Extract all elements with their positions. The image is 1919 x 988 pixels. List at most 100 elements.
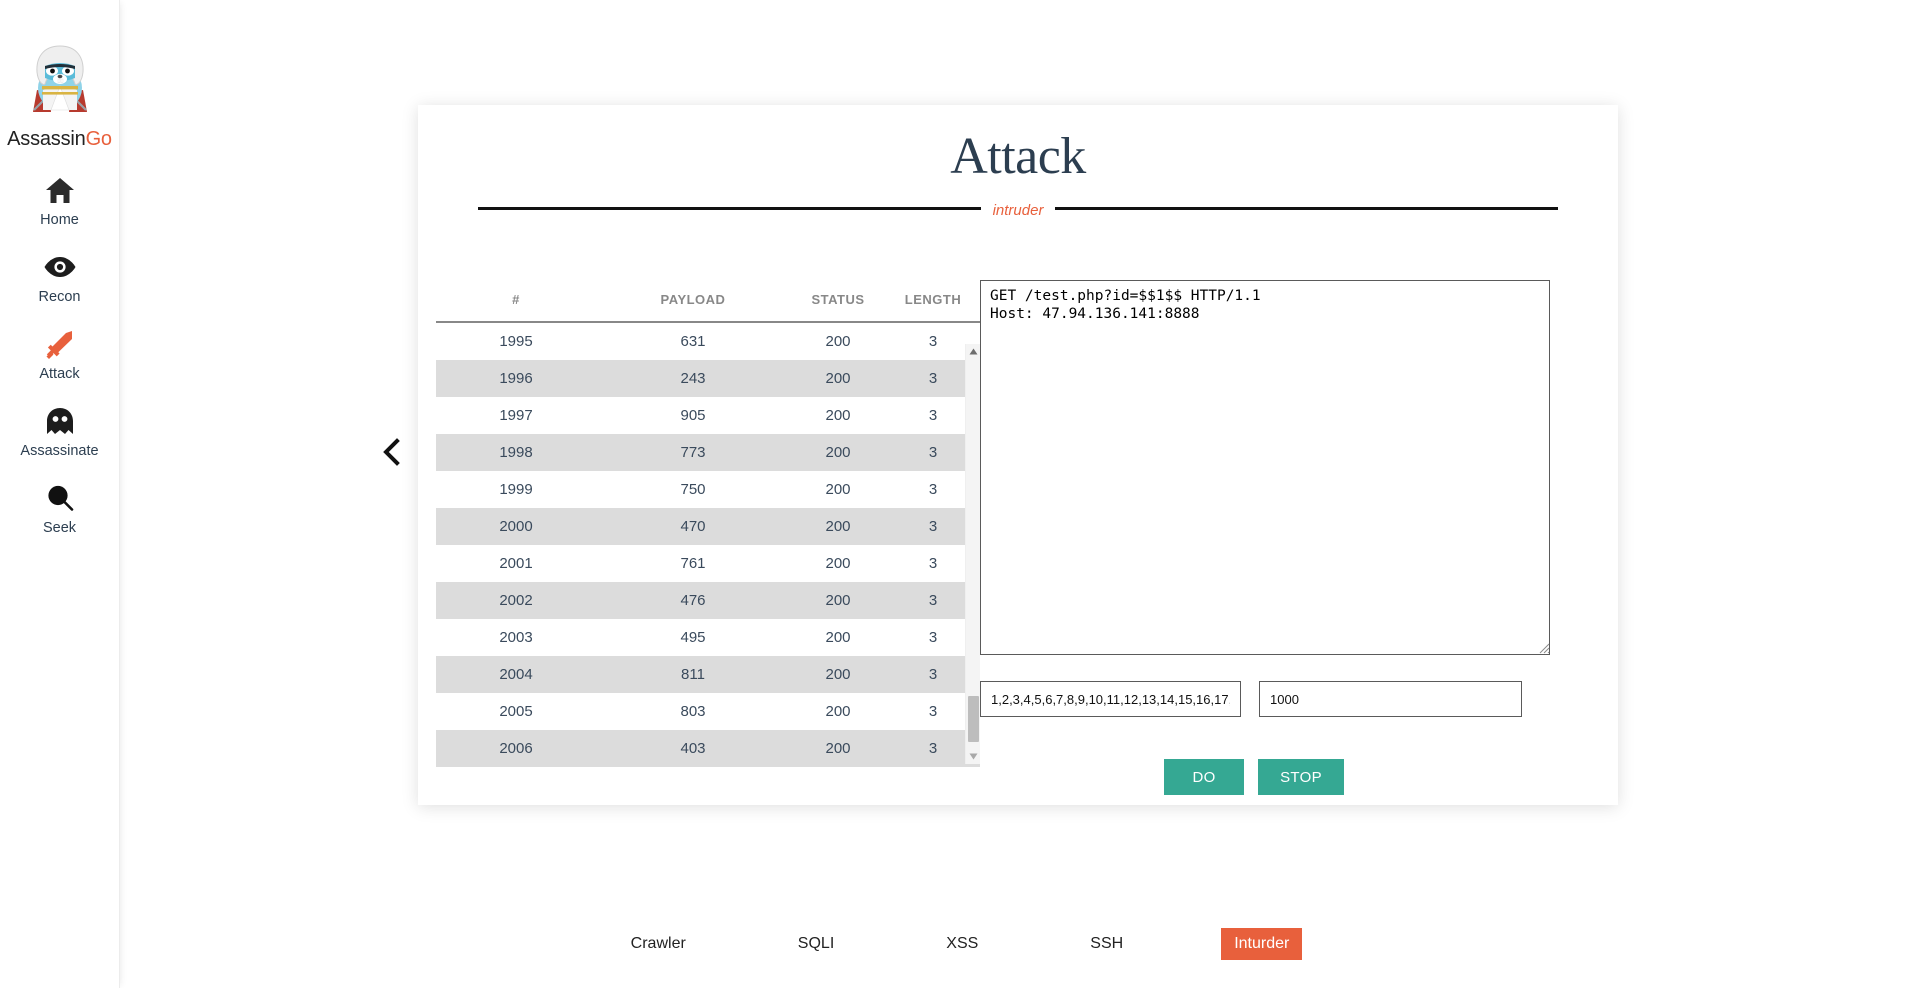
brand-primary: Assassin <box>7 128 86 150</box>
cell-status: 200 <box>825 703 851 720</box>
cell-index: 1998 <box>436 434 596 471</box>
column-header-payload[interactable]: PAYLOAD <box>596 280 790 323</box>
ghost-icon <box>45 404 75 438</box>
sidebar-item-label-attack: Attack <box>39 366 80 382</box>
module-tab-sqli[interactable]: SQLI <box>784 929 848 959</box>
cell-status: 200 <box>790 582 886 619</box>
do-button[interactable]: DO <box>1164 759 1245 795</box>
cell-index: 1996 <box>436 360 596 397</box>
payload-list-input[interactable] <box>980 681 1241 717</box>
cell-payload: 761 <box>680 555 706 572</box>
chevron-left-icon <box>383 437 401 471</box>
eye-icon <box>43 250 77 284</box>
sidebar-item-recon[interactable]: Recon <box>0 250 120 305</box>
column-header-length[interactable]: LENGTH <box>886 280 980 323</box>
cell-payload: 750 <box>680 481 706 498</box>
action-buttons: DO STOP <box>980 759 1602 795</box>
cell-status: 200 <box>790 656 886 693</box>
divider-line-right <box>1055 207 1559 210</box>
cell-status: 200 <box>825 333 851 350</box>
sidebar-item-attack[interactable]: Attack <box>0 327 120 382</box>
module-tab-crawler[interactable]: Crawler <box>617 929 700 959</box>
cell-index: 1999 <box>499 481 533 498</box>
table-row[interactable]: 2004 811 200 3 <box>436 656 980 693</box>
panel-content: # PAYLOAD STATUS LENGTH 1995 631 200 3 1996 2… <box>418 280 1618 800</box>
cell-status: 200 <box>825 629 851 646</box>
divider-label: intruder <box>992 202 1044 219</box>
page-title: Attack <box>950 128 1086 185</box>
cell-payload: 905 <box>680 407 706 424</box>
sidebar-item-label-home: Home <box>40 212 79 228</box>
sidebar-collapse-button[interactable] <box>375 437 409 471</box>
cell-status: 200 <box>825 407 851 424</box>
table-row[interactable]: 1997 905 200 3 <box>436 397 980 434</box>
cell-status: 200 <box>790 508 886 545</box>
table-row[interactable]: 2000 470 200 3 <box>436 508 980 545</box>
textarea-resize-handle[interactable] <box>1536 640 1550 654</box>
cell-payload: 470 <box>596 508 790 545</box>
module-tab-xss[interactable]: XSS <box>932 929 992 959</box>
brand-accent: Go <box>85 128 112 150</box>
results-table-body: 1995 631 200 3 1996 243 200 3 1997 905 200 3 1998 773… <box>436 322 980 767</box>
home-icon <box>45 173 75 207</box>
sidebar: AssassinGo Home Recon Attack Assassinate… <box>0 0 120 988</box>
table-row[interactable]: 1996 243 200 3 <box>436 360 980 397</box>
scrollbar-down-button[interactable] <box>966 749 981 764</box>
table-row[interactable]: 2005 803 200 3 <box>436 693 980 730</box>
thread-count-input[interactable] <box>1259 681 1522 717</box>
assassin-gopher-logo <box>27 42 93 114</box>
column-header-index[interactable]: # <box>436 280 596 323</box>
table-row[interactable]: 1995 631 200 3 <box>436 322 980 360</box>
cell-payload: 476 <box>596 582 790 619</box>
magnifier-icon <box>46 481 74 515</box>
sidebar-item-label-recon: Recon <box>38 289 81 305</box>
request-textarea[interactable] <box>980 280 1550 655</box>
cell-index: 1997 <box>499 407 533 424</box>
cell-index: 1995 <box>499 333 533 350</box>
cell-payload: 811 <box>596 656 790 693</box>
scrollbar-thumb[interactable] <box>968 696 979 742</box>
app-root: AssassinGo Home Recon Attack Assassinate… <box>0 0 1919 988</box>
controls-row <box>980 681 1602 717</box>
results-table-head: # PAYLOAD STATUS LENGTH <box>436 280 980 323</box>
brand-title: AssassinGo <box>7 128 112 151</box>
module-tabs: Crawler SQLI XSS SSH Inturder <box>0 928 1919 960</box>
cell-index: 2004 <box>436 656 596 693</box>
cell-index: 2003 <box>499 629 533 646</box>
table-row[interactable]: 2003 495 200 3 <box>436 619 980 656</box>
cell-payload: 773 <box>596 434 790 471</box>
cell-status: 200 <box>790 360 886 397</box>
column-header-status[interactable]: STATUS <box>790 280 886 323</box>
table-row[interactable]: 2006 403 200 3 <box>436 730 980 767</box>
request-pane: DO STOP <box>980 280 1618 800</box>
cell-index: 2005 <box>499 703 533 720</box>
sidebar-item-assassinate[interactable]: Assassinate <box>0 404 120 459</box>
attack-panel-card: Attack intruder # PAYLOAD STATUS LENGTH <box>418 105 1618 805</box>
results-table: # PAYLOAD STATUS LENGTH 1995 631 200 3 1996 2… <box>436 280 980 767</box>
table-row[interactable]: 2001 761 200 3 <box>436 545 980 582</box>
cell-index: 2000 <box>436 508 596 545</box>
scrollbar-up-button[interactable] <box>966 344 981 359</box>
cell-status: 200 <box>825 555 851 572</box>
cell-status: 200 <box>790 434 886 471</box>
sidebar-item-home[interactable]: Home <box>0 173 120 228</box>
results-scrollbar[interactable] <box>965 344 980 764</box>
cell-payload: 631 <box>680 333 706 350</box>
cell-index: 2001 <box>499 555 533 572</box>
module-tab-inturder[interactable]: Inturder <box>1221 928 1303 960</box>
divider-line-left <box>478 207 981 210</box>
sidebar-item-label-seek: Seek <box>42 520 77 536</box>
table-header-row: # PAYLOAD STATUS LENGTH <box>436 280 980 323</box>
table-row[interactable]: 1998 773 200 3 <box>436 434 980 471</box>
cell-status: 200 <box>790 730 886 767</box>
cell-index: 2002 <box>436 582 596 619</box>
module-tab-ssh[interactable]: SSH <box>1076 929 1137 959</box>
sidebar-item-seek[interactable]: Seek <box>0 481 120 536</box>
cell-payload: 243 <box>596 360 790 397</box>
stop-button[interactable]: STOP <box>1258 759 1344 795</box>
section-divider: intruder <box>478 200 1559 219</box>
sword-icon <box>45 327 75 361</box>
table-row[interactable]: 2002 476 200 3 <box>436 582 980 619</box>
cell-status: 200 <box>825 481 851 498</box>
table-row[interactable]: 1999 750 200 3 <box>436 471 980 508</box>
